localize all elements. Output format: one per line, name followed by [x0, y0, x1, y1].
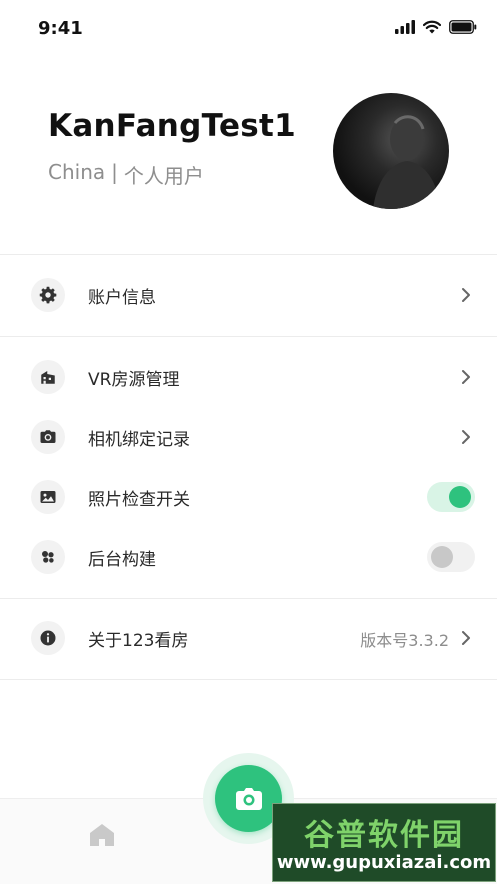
menu-item-photo-check: 照片检查开关: [0, 467, 497, 527]
toggle-knob: [431, 546, 453, 568]
status-icons: [395, 20, 477, 34]
camera-icon: [31, 420, 65, 454]
avatar-silhouette: [373, 115, 441, 209]
gear-icon: [31, 278, 65, 312]
wifi-icon: [423, 20, 441, 34]
chevron-right-icon: [462, 430, 470, 444]
section-divider: [0, 336, 497, 337]
background-build-toggle[interactable]: [427, 542, 475, 572]
meta-separator: |: [111, 160, 118, 184]
status-time: 9:41: [38, 18, 83, 39]
avatar[interactable]: [333, 93, 449, 209]
menu-label: 照片检查开关: [88, 490, 190, 510]
menu-item-vr-listings[interactable]: VR房源管理: [0, 347, 497, 407]
camera-icon: [235, 787, 262, 810]
user-region: China: [48, 160, 106, 184]
menu-label: 关于123看房: [88, 631, 189, 651]
menu-label: 账户信息: [88, 288, 156, 308]
user-type: 个人用户: [123, 164, 204, 188]
menu-label: 后台构建: [88, 550, 156, 570]
chevron-right-icon: [462, 370, 470, 384]
section-divider: [0, 254, 497, 255]
profile-header: KanFangTest1 China | 个人用户: [0, 56, 497, 254]
watermark-title: 谷普软件园: [304, 818, 464, 853]
status-bar: 9:41: [0, 0, 497, 56]
user-meta: China | 个人用户: [48, 160, 204, 189]
battery-icon: [449, 20, 477, 34]
chevron-right-icon: [462, 631, 470, 645]
menu-item-background-build: 后台构建: [0, 527, 497, 587]
watermark: 谷普软件园 www.gupuxiazai.com: [272, 803, 496, 882]
building-icon: [31, 360, 65, 394]
menu-item-about[interactable]: 关于123看房 版本号3.3.2: [0, 608, 497, 668]
cluster-icon: [31, 540, 65, 574]
version-text: 版本号3.3.2: [360, 631, 449, 650]
section-divider: [0, 598, 497, 599]
image-icon: [31, 480, 65, 514]
menu-label: VR房源管理: [88, 370, 180, 390]
photo-check-toggle[interactable]: [427, 482, 475, 512]
watermark-url: www.gupuxiazai.com: [276, 852, 492, 873]
home-icon[interactable]: [89, 823, 115, 847]
signal-icon: [395, 20, 415, 34]
toggle-knob: [449, 486, 471, 508]
menu-item-account-info[interactable]: 账户信息: [0, 265, 497, 325]
chevron-right-icon: [462, 288, 470, 302]
menu-item-camera-binding[interactable]: 相机绑定记录: [0, 407, 497, 467]
section-divider: [0, 679, 497, 680]
info-icon: [31, 621, 65, 655]
username: KanFangTest1: [48, 108, 297, 144]
menu-label: 相机绑定记录: [88, 430, 190, 450]
